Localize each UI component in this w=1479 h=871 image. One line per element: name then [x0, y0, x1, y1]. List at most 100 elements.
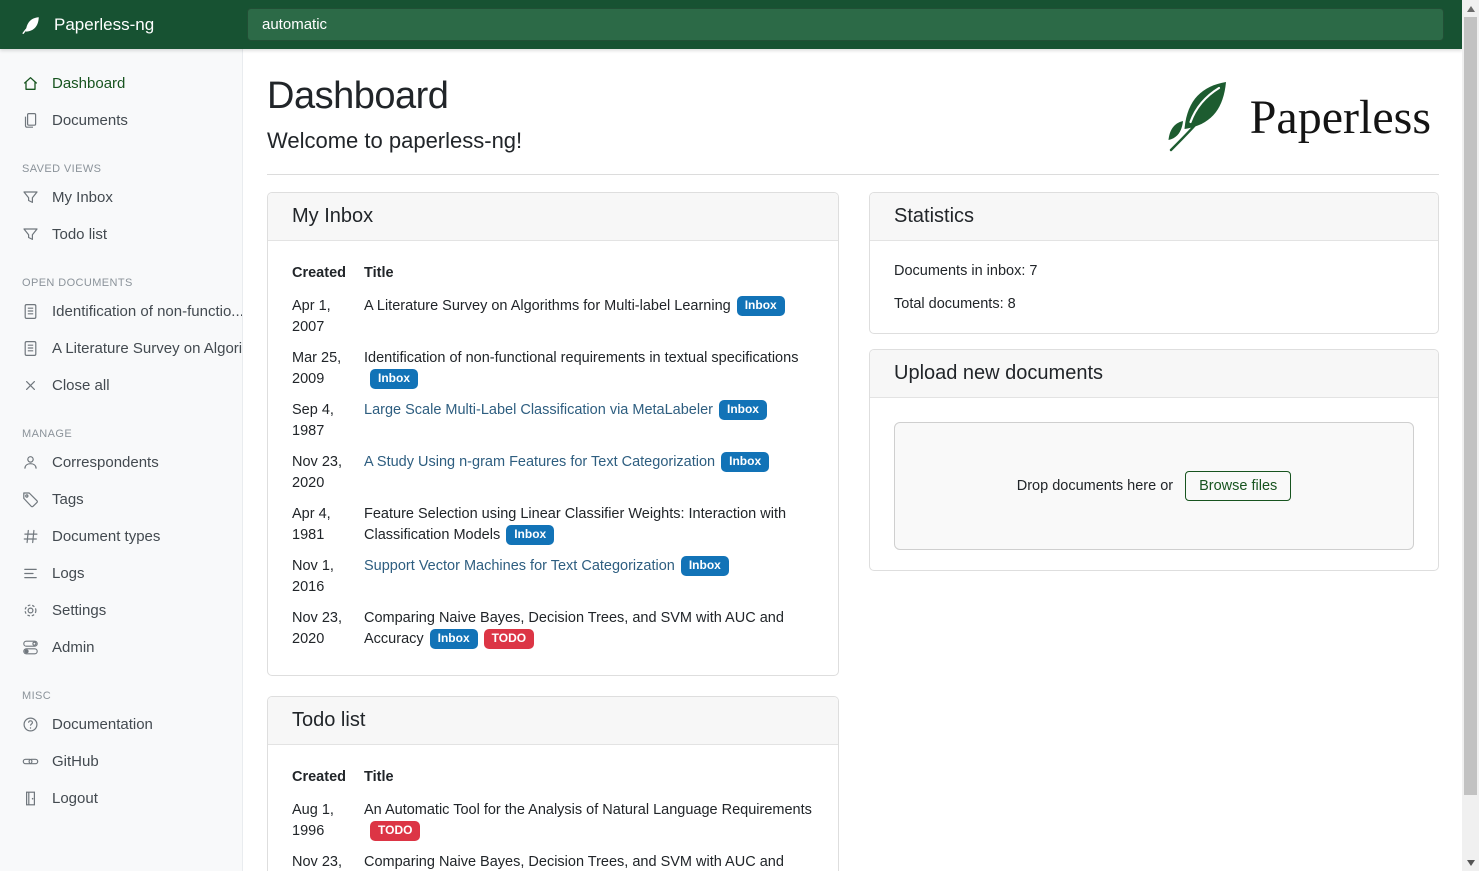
- sidebar-item-close-all[interactable]: Close all: [0, 367, 242, 404]
- sidebar-section-manage: MANAGE: [0, 424, 242, 444]
- column-header-title: Title: [364, 769, 814, 795]
- sidebar-item-admin[interactable]: Admin: [0, 629, 242, 666]
- tag-badge-inbox[interactable]: Inbox: [737, 296, 785, 316]
- tag-badge-inbox[interactable]: Inbox: [430, 629, 478, 649]
- stat-total-documents: Total documents: 8: [894, 296, 1414, 312]
- sidebar-item-label: Identification of non-functio...: [52, 303, 243, 320]
- doc-created-date: Mar 25, 2009: [292, 343, 364, 395]
- document-link[interactable]: A Literature Survey on Algorithms for Mu…: [364, 298, 731, 314]
- leaf-logo-icon: [1162, 77, 1238, 158]
- document-link[interactable]: Feature Selection using Linear Classifie…: [364, 506, 786, 543]
- browse-files-button[interactable]: Browse files: [1185, 471, 1291, 501]
- doc-created-date: Apr 4, 1981: [292, 499, 364, 551]
- sidebar-item-my-inbox[interactable]: My Inbox: [0, 179, 242, 216]
- sidebar-item-label: Dashboard: [52, 75, 125, 92]
- sidebar-item-dashboard[interactable]: Dashboard: [0, 65, 242, 102]
- table-row: Nov 23, 2020 Comparing Naive Bayes, Deci…: [292, 847, 814, 871]
- top-navbar: Paperless-ng: [0, 0, 1462, 49]
- sidebar-item-settings[interactable]: Settings: [0, 592, 242, 629]
- sidebar-item-label: Logs: [52, 565, 85, 582]
- todo-list-card: Todo list Created Title Aug 1, 1996: [267, 696, 839, 871]
- hash-icon: [22, 528, 39, 545]
- sidebar-item-label: Todo list: [52, 226, 107, 243]
- gear-icon: [22, 602, 39, 619]
- tag-badge-todo[interactable]: TODO: [370, 821, 420, 841]
- header-divider: [267, 174, 1439, 175]
- funnel-icon: [22, 226, 39, 243]
- sidebar-item-correspondents[interactable]: Correspondents: [0, 444, 242, 481]
- paperless-logo: Paperless: [1162, 77, 1431, 158]
- tag-badge-inbox[interactable]: Inbox: [719, 400, 767, 420]
- page-title: Dashboard: [267, 75, 522, 118]
- tag-badge-inbox[interactable]: Inbox: [721, 452, 769, 472]
- page-header: Dashboard Welcome to paperless-ng! Paper…: [267, 75, 1439, 158]
- table-row: Apr 1, 2007 A Literature Survey on Algor…: [292, 291, 814, 343]
- document-link[interactable]: Large Scale Multi-Label Classification v…: [364, 402, 713, 418]
- brand-label: Paperless-ng: [54, 15, 154, 35]
- scrollbar-thumb[interactable]: [1464, 17, 1477, 795]
- sidebar-item-label: My Inbox: [52, 189, 113, 206]
- sidebar-item-label: Document types: [52, 528, 160, 545]
- vertical-scrollbar[interactable]: [1462, 0, 1479, 871]
- tag-icon: [22, 491, 39, 508]
- sidebar-item-logout[interactable]: Logout: [0, 780, 242, 817]
- stat-documents-in-inbox: Documents in inbox: 7: [894, 263, 1414, 279]
- sidebar-item-todo-list[interactable]: Todo list: [0, 216, 242, 253]
- documents-icon: [22, 112, 39, 129]
- question-circle-icon: [22, 716, 39, 733]
- search-input[interactable]: [247, 8, 1444, 41]
- logo-wordmark: Paperless: [1250, 90, 1431, 145]
- sidebar-item-label: Correspondents: [52, 454, 159, 471]
- table-row: Apr 4, 1981 Feature Selection using Line…: [292, 499, 814, 551]
- triangle-up-icon: [1467, 6, 1475, 12]
- tag-badge-inbox[interactable]: Inbox: [370, 369, 418, 389]
- sidebar: Dashboard Documents SAVED VIEWS My Inbox…: [0, 49, 243, 871]
- house-icon: [22, 75, 39, 92]
- sidebar-section-misc: MISC: [0, 686, 242, 706]
- document-link[interactable]: An Automatic Tool for the Analysis of Na…: [364, 802, 812, 818]
- sidebar-item-label: Tags: [52, 491, 84, 508]
- sidebar-item-github[interactable]: GitHub: [0, 743, 242, 780]
- main-content: Dashboard Welcome to paperless-ng! Paper…: [243, 49, 1462, 871]
- sidebar-item-open-doc-2[interactable]: A Literature Survey on Algori...: [0, 330, 242, 367]
- sidebar-item-label: GitHub: [52, 753, 99, 770]
- document-link[interactable]: Comparing Naive Bayes, Decision Trees, a…: [364, 854, 784, 871]
- statistics-card: Statistics Documents in inbox: 7 Total d…: [869, 192, 1439, 334]
- sidebar-item-label: Admin: [52, 639, 95, 656]
- sidebar-item-document-types[interactable]: Document types: [0, 518, 242, 555]
- sidebar-item-open-doc-1[interactable]: Identification of non-functio...: [0, 293, 242, 330]
- door-icon: [22, 790, 39, 807]
- upload-card-title: Upload new documents: [870, 350, 1438, 398]
- table-row: Aug 1, 1996 An Automatic Tool for the An…: [292, 795, 814, 847]
- sidebar-item-label: Close all: [52, 377, 110, 394]
- doc-created-date: Nov 23, 2020: [292, 847, 364, 871]
- sidebar-item-tags[interactable]: Tags: [0, 481, 242, 518]
- tag-badge-inbox[interactable]: Inbox: [681, 556, 729, 576]
- document-link[interactable]: A Study Using n-gram Features for Text C…: [364, 454, 715, 470]
- table-row: Sep 4, 1987 Large Scale Multi-Label Clas…: [292, 395, 814, 447]
- scrollbar-down-button[interactable]: [1462, 854, 1479, 871]
- tag-badge-todo[interactable]: TODO: [484, 629, 534, 649]
- document-link[interactable]: Comparing Naive Bayes, Decision Trees, a…: [364, 610, 784, 647]
- sidebar-item-logs[interactable]: Logs: [0, 555, 242, 592]
- tag-badge-inbox[interactable]: Inbox: [506, 525, 554, 545]
- sidebar-item-label: Documentation: [52, 716, 153, 733]
- document-link[interactable]: Identification of non-functional require…: [364, 350, 798, 366]
- sidebar-item-label: Documents: [52, 112, 128, 129]
- close-icon: [22, 377, 39, 394]
- my-inbox-card-title: My Inbox: [268, 193, 838, 241]
- doc-created-date: Nov 23, 2020: [292, 447, 364, 499]
- doc-created-date: Apr 1, 2007: [292, 291, 364, 343]
- sidebar-section-open-documents: OPEN DOCUMENTS: [0, 273, 242, 293]
- doc-created-date: Aug 1, 1996: [292, 795, 364, 847]
- my-inbox-card: My Inbox Created Title Apr 1, 2007: [267, 192, 839, 676]
- sidebar-item-documentation[interactable]: Documentation: [0, 706, 242, 743]
- brand-link[interactable]: Paperless-ng: [0, 14, 243, 36]
- upload-dropzone[interactable]: Drop documents here or Browse files: [894, 422, 1414, 550]
- scrollbar-up-button[interactable]: [1462, 0, 1479, 17]
- statistics-card-title: Statistics: [870, 193, 1438, 241]
- sidebar-item-label: Logout: [52, 790, 98, 807]
- list-icon: [22, 565, 39, 582]
- sidebar-item-documents[interactable]: Documents: [0, 102, 242, 139]
- document-link[interactable]: Support Vector Machines for Text Categor…: [364, 558, 675, 574]
